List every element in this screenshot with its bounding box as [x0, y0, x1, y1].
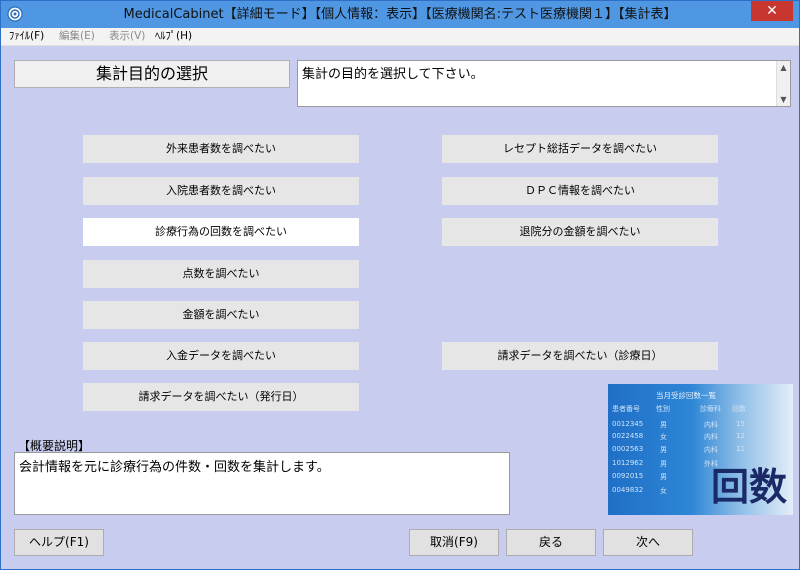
app-window: MedicalCabinet【詳細モード】【個人情報：表示】【医療機関名:テスト… [0, 0, 800, 570]
illustration-cell: 0012345 [612, 420, 644, 428]
illustration-cell: 男 [660, 446, 667, 454]
menu-file[interactable]: ﾌｧｲﾙ(F) [9, 28, 44, 45]
illustration-col-id: 患者番号 [612, 405, 640, 413]
illustration-col-count: 回数 [732, 405, 746, 413]
option-outpatient-count[interactable]: 外来患者数を調べたい [83, 135, 359, 163]
option-billing-issue-date[interactable]: 請求データを調べたい（発行日） [83, 383, 359, 411]
illustration-cell: 内科 [704, 446, 718, 454]
illustration-image: 当月受診回数一覧 患者番号 性別 診療科 回数 0012345 男 内科 15 … [608, 384, 793, 515]
illustration-cell: 女 [660, 487, 667, 495]
illustration-cell: 男 [660, 473, 667, 481]
summary-text: 会計情報を元に診療行為の件数・回数を集計します。 [19, 460, 330, 475]
option-billing-treatment-date[interactable]: 請求データを調べたい（診療日） [442, 342, 718, 370]
illustration-header: 当月受診回数一覧 [656, 391, 716, 400]
option-points[interactable]: 点数を調べたい [83, 260, 359, 288]
illustration-cell: 男 [660, 421, 667, 429]
instruction-text: 集計の目的を選択して下さい。 [302, 67, 484, 82]
instruction-textbox: 集計の目的を選択して下さい。 ▲ ▼ [297, 60, 791, 107]
option-receipt-summary[interactable]: レセプト総括データを調べたい [442, 135, 718, 163]
illustration-cell: 11 [736, 445, 745, 453]
scroll-up-icon[interactable]: ▲ [777, 61, 790, 74]
illustration-cell: 0022458 [612, 432, 644, 440]
option-payment-data[interactable]: 入金データを調べたい [83, 342, 359, 370]
option-amount[interactable]: 金額を調べたい [83, 301, 359, 329]
close-button[interactable]: ✕ [751, 1, 793, 21]
back-button[interactable]: 戻る [506, 529, 596, 556]
illustration-big-text: 回数 [710, 465, 787, 509]
next-button[interactable]: 次へ [603, 529, 693, 556]
help-button[interactable]: ヘルプ(F1) [14, 529, 104, 556]
illustration-cell: 15 [736, 420, 745, 428]
scroll-down-icon[interactable]: ▼ [777, 93, 790, 106]
instruction-scrollbar[interactable]: ▲ ▼ [776, 61, 790, 106]
purpose-heading: 集計目的の選択 [14, 60, 290, 88]
illustration-col-dept: 診療科 [700, 405, 721, 413]
option-inpatient-count[interactable]: 入院患者数を調べたい [83, 177, 359, 205]
menu-view[interactable]: 表示(V) [109, 28, 145, 45]
illustration-cell: 12 [736, 432, 745, 440]
menu-edit[interactable]: 編集(E) [59, 28, 95, 45]
option-treatment-count[interactable]: 診療行為の回数を調べたい [83, 218, 359, 246]
illustration-cell: 内科 [704, 421, 718, 429]
illustration-cell: 男 [660, 460, 667, 468]
option-dpc-info[interactable]: ＤＰＣ情報を調べたい [442, 177, 718, 205]
menu-bar: ﾌｧｲﾙ(F) 編集(E) 表示(V) ﾍﾙﾌﾟ(H) [1, 28, 799, 46]
illustration-cell: 女 [660, 433, 667, 441]
illustration-cell: 0092015 [612, 472, 644, 480]
illustration-cell: 内科 [704, 433, 718, 441]
illustration-cell: 0049832 [612, 486, 644, 494]
window-title: MedicalCabinet【詳細モード】【個人情報：表示】【医療機関名:テスト… [123, 7, 677, 22]
illustration-cell: 0002563 [612, 445, 644, 453]
illustration-cell: 1012962 [612, 459, 644, 467]
illustration-col-sex: 性別 [656, 405, 670, 413]
summary-textbox: 会計情報を元に診療行為の件数・回数を集計します。 [14, 452, 510, 515]
option-discharge-amount[interactable]: 退院分の金額を調べたい [442, 218, 718, 246]
title-bar: MedicalCabinet【詳細モード】【個人情報：表示】【医療機関名:テスト… [1, 1, 799, 28]
menu-help[interactable]: ﾍﾙﾌﾟ(H) [155, 28, 192, 45]
cancel-button[interactable]: 取消(F9) [409, 529, 499, 556]
